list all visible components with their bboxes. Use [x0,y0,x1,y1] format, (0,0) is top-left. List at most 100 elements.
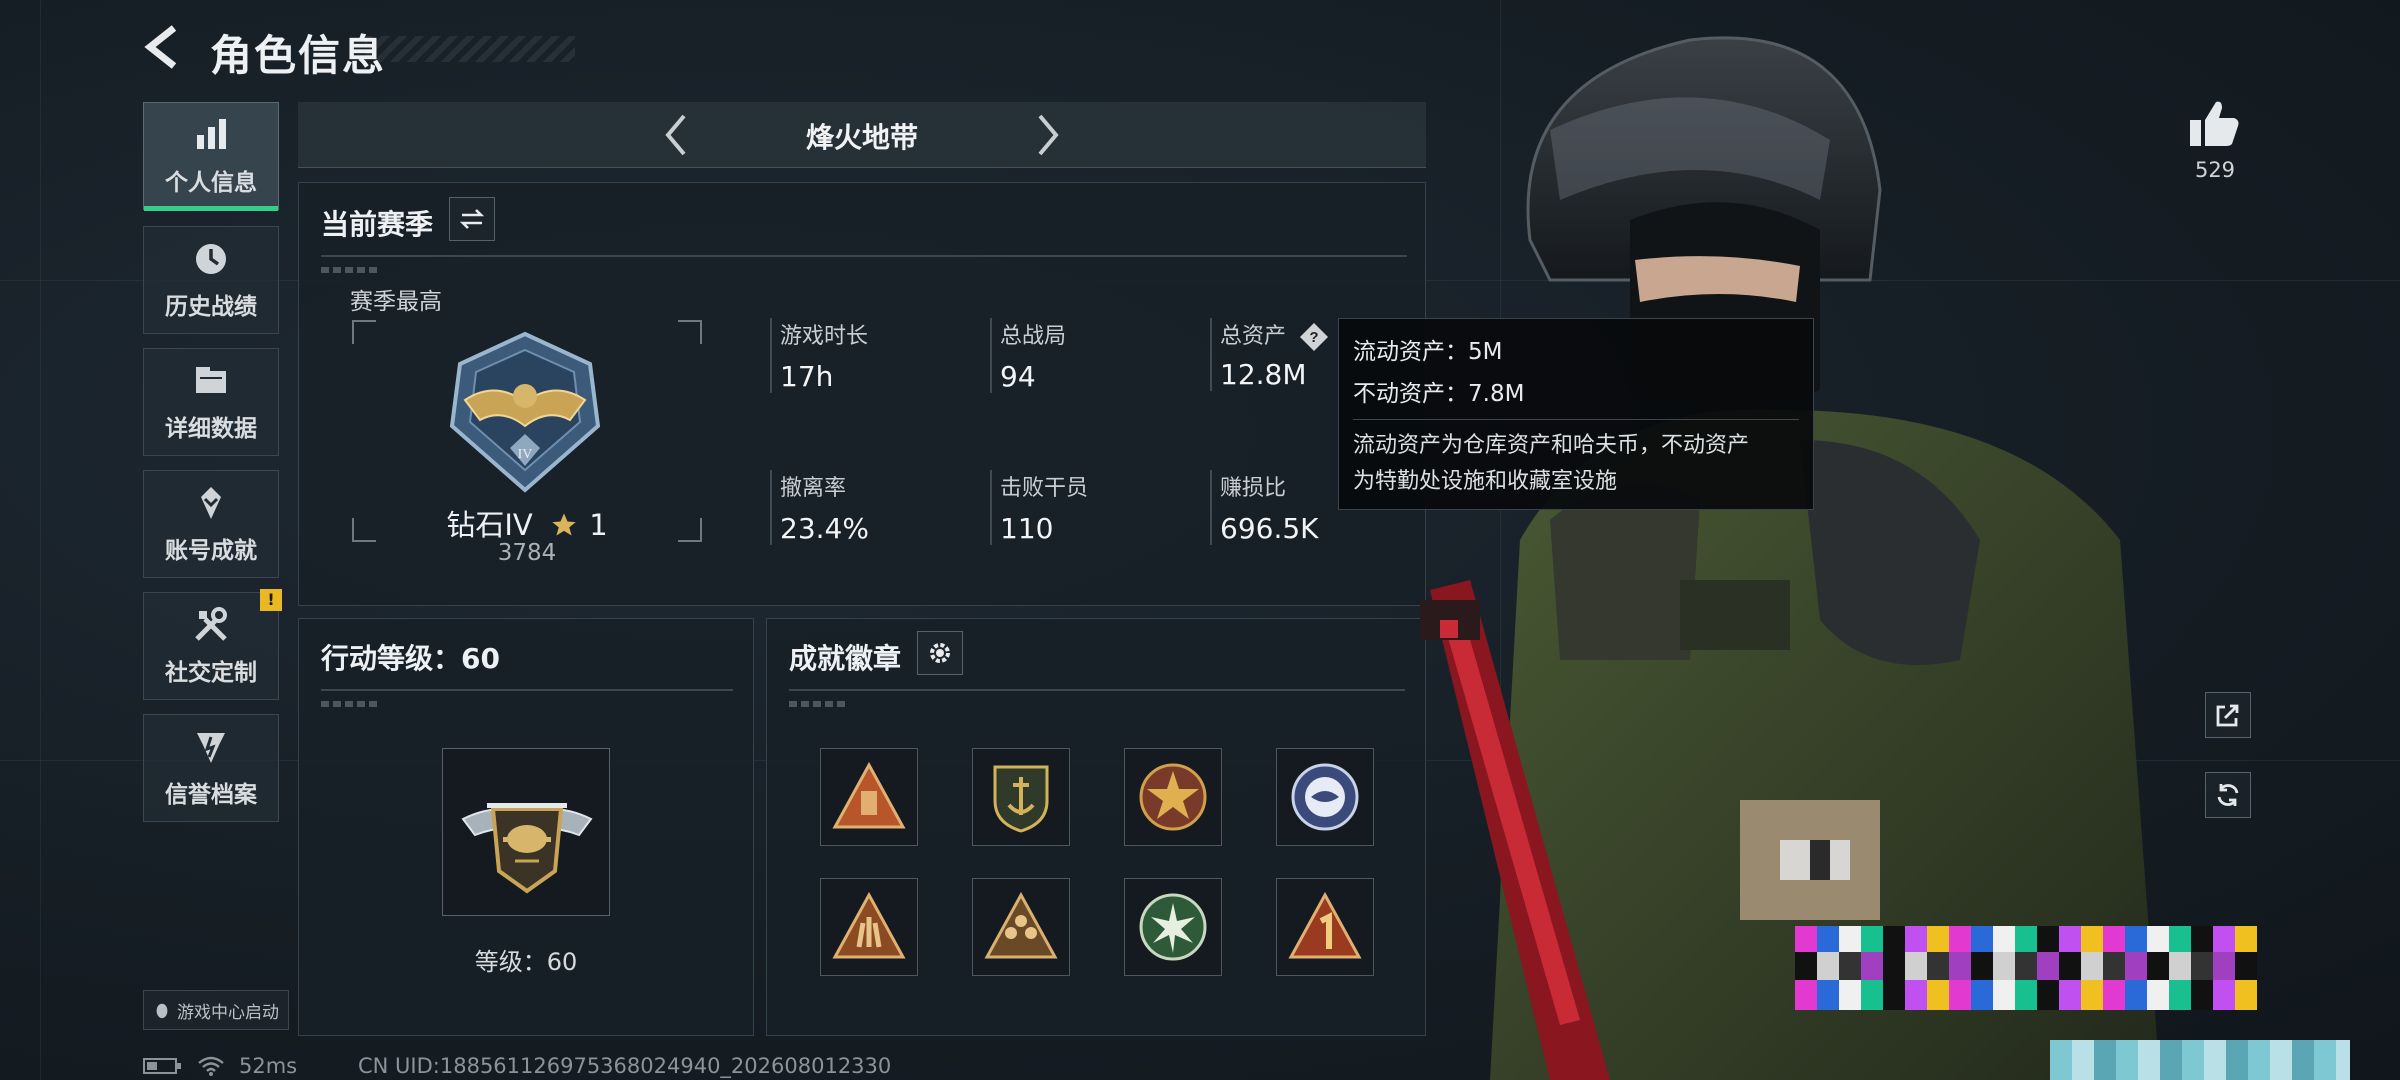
stat-operators-defeated: 击败干员 110 [990,470,1190,545]
penguin-icon [156,1003,168,1019]
stat-total-matches: 总战局 94 [990,318,1190,393]
badge-item[interactable] [1276,748,1374,846]
star-icon [552,513,576,536]
rank-name: 钻石IV [446,508,533,542]
rank-name-row: 钻石IV 1 [352,502,702,544]
triangle-badge-icon [832,761,906,829]
stat-play-time: 游戏时长 17h [770,318,970,393]
divider [789,689,1405,691]
tooltip-fixed-assets: 不动资产：7.8M [1353,381,1525,407]
divider [321,689,733,691]
assets-tooltip: 流动资产：5M 不动资产：7.8M 流动资产为仓库资产和哈夫币，不动资产 为特勤… [1338,318,1814,510]
badge-item[interactable] [1124,748,1222,846]
chevron-right-icon [1038,114,1059,156]
stat-label: 总资产 [1220,324,1287,349]
share-icon [2216,704,2239,727]
tick-decoration [789,701,849,707]
like-count: 529 [2194,158,2236,182]
badge-item[interactable] [1276,878,1374,976]
sidebar-item-label: 详细数据 [165,416,257,442]
back-button[interactable] [140,22,190,72]
svg-text:?: ? [1309,329,1318,346]
sidebar-item-detailed-data[interactable]: 详细数据 [143,348,279,456]
badge-item[interactable] [1124,878,1222,976]
action-level-title: 行动等级：60 [321,642,500,675]
sidebar-item-label: 账号成就 [165,538,257,564]
badges-title: 成就徽章 [789,642,902,675]
stat-label: 游戏时长 [780,324,869,349]
refresh-icon [2217,784,2239,806]
stat-extract-rate: 撤离率 23.4% [770,470,970,545]
mode-next-button[interactable] [1022,110,1072,160]
game-center-label: 游戏中心启动 [177,1002,279,1023]
uid-text: CN UID:1885611269753680249​40_2026080123… [358,1054,892,1078]
mode-selector: 烽火地带 [298,102,1426,168]
tooltip-description-line: 为特勤处设施和收藏室设施 [1353,469,1618,494]
badge-item[interactable] [972,748,1070,846]
rank-emblem-icon: IV [449,331,601,493]
tick-decoration [321,701,381,707]
badge-item[interactable] [820,748,918,846]
squad-badge-icon [984,891,1058,959]
tools-icon [195,607,227,641]
rank-score: 3784 [497,540,557,566]
share-button[interactable] [2205,692,2251,738]
stat-label: 总战局 [1000,324,1067,349]
achievement-icon [201,487,221,519]
badges-settings-button[interactable] [917,631,963,675]
stat-value: 23.4% [780,512,869,545]
badge-item[interactable] [972,878,1070,976]
divider [321,255,1407,257]
star-medal-badge-icon [1139,763,1207,831]
page-title: 角色信息 [210,31,387,80]
level-caption: 等级：60 [474,948,578,976]
divider [1353,419,1799,420]
bar-chart-icon [197,119,226,149]
clock-icon [196,244,226,274]
sidebar-item-personal-info[interactable]: 个人信息 [143,102,279,211]
season-title: 当前赛季 [321,208,434,241]
refresh-button[interactable] [2205,772,2251,818]
rank-stars: 1 [589,508,608,542]
thumbs-up-icon[interactable] [2186,96,2242,152]
battery-icon [143,1058,181,1074]
status-bar: 52ms [143,1054,297,1078]
level-emblem-frame [442,748,610,916]
sidebar-item-label: 信誉档案 [165,782,257,808]
character-illustration [1420,36,2160,1080]
stat-label: 撤离率 [780,476,847,501]
eagle-seal-badge-icon [1291,763,1359,831]
game-center-launch-button[interactable]: 游戏中心启动 [143,990,289,1030]
shield-emblem-icon [197,733,225,763]
tooltip-liquid-assets: 流动资产：5M [1353,339,1503,365]
svg-text:IV: IV [518,447,533,462]
sidebar-item-reputation[interactable]: 信誉档案 [143,714,279,822]
stat-value: 17h [780,360,834,393]
help-icon[interactable]: ? [1299,322,1329,352]
stat-value: 110 [1000,512,1054,545]
green-burst-badge-icon [1139,893,1207,961]
sidebar-item-label: 个人信息 [165,170,257,196]
back-arrow-icon [144,25,177,69]
sidebar-item-history[interactable]: 历史战绩 [143,226,279,334]
badge-item[interactable] [820,878,918,976]
wifi-icon [198,1056,224,1076]
sidebar-item-label: 历史战绩 [165,294,257,320]
helicopter-emblem-icon [461,803,593,894]
stat-label: 击败干员 [1000,476,1089,501]
anchor-shield-badge-icon [993,765,1049,833]
sidebar-item-achievements[interactable]: 账号成就 [143,470,279,578]
folder-icon [196,367,226,393]
blurred-area [1795,952,2257,980]
gear-icon [930,643,950,663]
hand-triangle-badge-icon [832,891,906,959]
title-decoration [365,36,575,62]
stat-value: 94 [1000,360,1036,393]
stat-value: 696.5K [1220,512,1319,545]
season-best-label: 赛季最高 [350,289,442,315]
season-switch-button[interactable] [449,197,495,241]
swap-icon [459,209,485,229]
number-one-badge-icon [1288,891,1362,959]
sidebar-item-social-custom[interactable]: 社交定制 ! [143,589,282,700]
alert-badge: ! [260,589,282,611]
